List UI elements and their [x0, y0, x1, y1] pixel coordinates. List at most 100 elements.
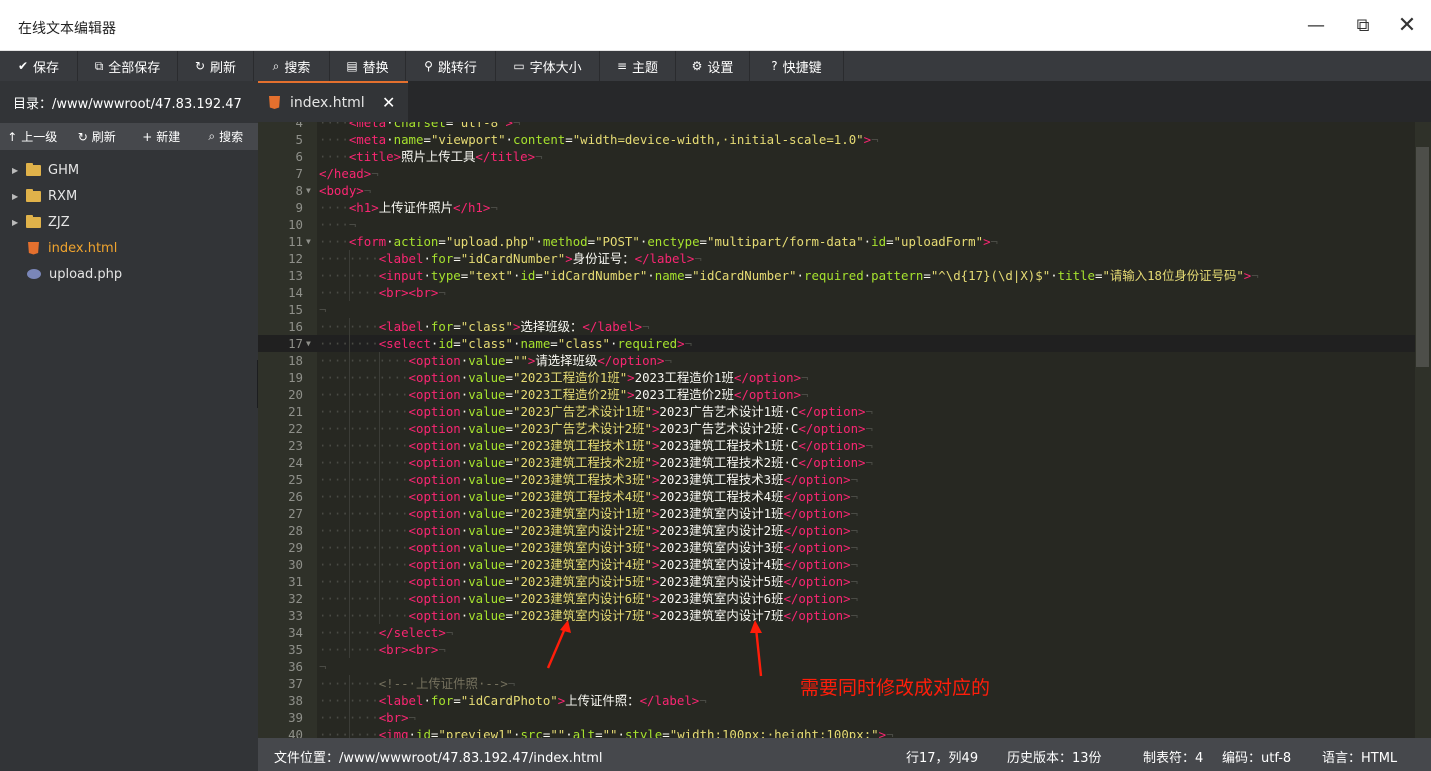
maximize-button[interactable]: ⧉ [1351, 14, 1375, 38]
code-line[interactable]: 22 ············<option·value="2023广告艺术设计2… [258, 420, 1415, 437]
toolbar-button-label: 全部保存 [108, 60, 161, 76]
code-text: ············<option·value="2023建筑工程技术2班"… [319, 455, 873, 470]
toolbar-button-8[interactable]: ⚙ 设置 [676, 51, 750, 81]
code-line[interactable]: 19 ············<option·value="2023工程造价1班"… [258, 369, 1415, 386]
sidebar-tool-1[interactable]: ↻ 刷新 [65, 123, 130, 150]
sidebar-tool-3[interactable]: ⌕ 搜索 [194, 123, 259, 150]
minimize-button[interactable]: — [1304, 14, 1328, 38]
code-line[interactable]: 25 ············<option·value="2023建筑工程技术3… [258, 471, 1415, 488]
code-line[interactable]: 8 ▼ <body>¬ [258, 182, 1415, 199]
tree-item[interactable]: ▶ RXM [0, 183, 258, 209]
code-line[interactable]: 6 ····<title>照片上传工具</title>¬ [258, 148, 1415, 165]
fold-toggle-icon[interactable]: ▼ [306, 335, 311, 352]
tree-item[interactable]: index.html [0, 235, 258, 261]
code-line[interactable]: 14 ········<br><br>¬ [258, 284, 1415, 301]
toolbar-button-6[interactable]: ▭ 字体大小 [496, 51, 600, 81]
tree-item[interactable]: upload.php [0, 261, 258, 287]
code-line[interactable]: 20 ············<option·value="2023工程造价2班"… [258, 386, 1415, 403]
toolbar-button-9[interactable]: ? 快捷键 [750, 51, 844, 81]
fold-toggle-icon[interactable]: ▼ [306, 182, 311, 199]
tree-item[interactable]: ▶ GHM [0, 157, 258, 183]
sidebar-tool-0[interactable]: ↑ 上一级 [0, 123, 65, 150]
code-line[interactable]: 33 ············<option·value="2023建筑室内设计7… [258, 607, 1415, 624]
code-line[interactable]: 13 ········<input·type="text"·id="idCardN… [258, 267, 1415, 284]
scrollbar-thumb[interactable] [1416, 147, 1429, 367]
code-text: ········<label·for="class">选择班级：</label>… [319, 319, 650, 334]
code-line[interactable]: 26 ············<option·value="2023建筑工程技术4… [258, 488, 1415, 505]
code-line[interactable]: 34 ········</select>¬ [258, 624, 1415, 641]
toolbar-button-1[interactable]: ⧉ 全部保存 [78, 51, 178, 81]
status-encoding[interactable]: 编码：utf-8 [1222, 747, 1291, 766]
toolbar-button-2[interactable]: ↻ 刷新 [178, 51, 254, 81]
code-line[interactable]: 35 ········<br><br>¬ [258, 641, 1415, 658]
code-line[interactable]: 32 ············<option·value="2023建筑室内设计6… [258, 590, 1415, 607]
help-icon: ? [771, 59, 778, 73]
code-line[interactable]: 30 ············<option·value="2023建筑室内设计4… [258, 556, 1415, 573]
line-number: 21 [288, 404, 303, 419]
fold-toggle-icon[interactable]: ▼ [306, 233, 311, 250]
status-language[interactable]: 语言：HTML [1322, 747, 1397, 766]
code-line[interactable]: 9 ····<h1>上传证件照片</h1>¬ [258, 199, 1415, 216]
code-line[interactable]: 15 ¬ [258, 301, 1415, 318]
toolbar-button-label: 设置 [707, 60, 734, 76]
code-line[interactable]: 11 ▼ ····<form·action="upload.php"·method=… [258, 233, 1415, 250]
code-line[interactable]: 23 ············<option·value="2023建筑工程技术1… [258, 437, 1415, 454]
sidebar-tool-2[interactable]: + 新建 [129, 123, 194, 150]
code-line[interactable]: 31 ············<option·value="2023建筑室内设计5… [258, 573, 1415, 590]
toolbar-button-0[interactable]: ✔ 保存 [0, 51, 78, 81]
status-history[interactable]: 历史版本：13份 [1007, 747, 1102, 766]
tree-item-label: index.html [48, 240, 118, 256]
toolbar-button-7[interactable]: ≡ 主题 [600, 51, 676, 81]
code-line[interactable]: 12 ········<label·for="idCardNumber">身份证号… [258, 250, 1415, 267]
toolbar-button-label: 跳转行 [437, 60, 477, 76]
annotation-arrow-left [546, 620, 571, 669]
tree-item[interactable]: ▶ ZJZ [0, 209, 258, 235]
code-line[interactable]: 27 ············<option·value="2023建筑室内设计1… [258, 505, 1415, 522]
code-line[interactable]: 21 ············<option·value="2023广告艺术设计1… [258, 403, 1415, 420]
line-number: 33 [288, 608, 303, 623]
line-number: 38 [288, 693, 303, 708]
code-line[interactable]: 24 ············<option·value="2023建筑工程技术2… [258, 454, 1415, 471]
vertical-scrollbar[interactable] [1415, 122, 1431, 738]
tab-index-html[interactable]: index.html ✕ [258, 81, 408, 122]
toolbar-button-5[interactable]: ⚲ 跳转行 [406, 51, 496, 81]
toolbar-button-3[interactable]: ⌕ 搜索 [254, 51, 330, 81]
code-text: ········<label·for="idCardPhoto">上传证件照：<… [319, 693, 707, 708]
code-line[interactable]: 16 ········<label·for="class">选择班级：</labe… [258, 318, 1415, 335]
code-line[interactable]: 39 ········<br>¬ [258, 709, 1415, 726]
line-number: 5 [295, 132, 303, 147]
code-line[interactable]: 17▼ ········<select·id="class"·name="clas… [258, 335, 1415, 352]
status-cursor[interactable]: 行17，列49 [906, 747, 978, 766]
code-text: </head>¬ [319, 166, 379, 181]
code-line[interactable]: 10 ····¬ [258, 216, 1415, 233]
code-line[interactable]: 18 ············<option·value="">请选择班级</op… [258, 352, 1415, 369]
code-editor[interactable]: 4 ····<meta·charset="utf-8">¬ 5 ····<meta·n… [258, 122, 1431, 738]
close-window-button[interactable]: ✕ [1395, 14, 1419, 38]
tree-item-label: GHM [48, 162, 80, 178]
expand-arrow-icon[interactable]: ▶ [12, 192, 26, 201]
code-line[interactable]: 5 ····<meta·name="viewport"·content="widt… [258, 131, 1415, 148]
line-number: 11 [288, 234, 303, 249]
replace-icon: ▤ [346, 59, 358, 73]
code-line[interactable]: 40 ········<img·id="preview1"·src=""·alt=… [258, 726, 1415, 738]
code-text: ····<h1>上传证件照片</h1>¬ [319, 200, 498, 215]
title-bar: 在线文本编辑器 — ⧉ ✕ [0, 0, 1431, 51]
tab-close-icon[interactable]: ✕ [382, 93, 395, 112]
code-area[interactable]: 4 ····<meta·charset="utf-8">¬ 5 ····<meta·n… [258, 122, 1415, 738]
status-tab-size[interactable]: 制表符：4 [1143, 747, 1203, 766]
code-text: ········<select·id="class"·name="class"·… [319, 336, 693, 351]
code-text: ········<label·for="idCardNumber">身份证号：<… [319, 251, 702, 266]
expand-arrow-icon[interactable]: ▶ [12, 218, 26, 227]
line-number: 10 [288, 217, 303, 232]
line-number: 40 [288, 727, 303, 738]
code-line[interactable]: 28 ············<option·value="2023建筑室内设计2… [258, 522, 1415, 539]
expand-arrow-icon[interactable]: ▶ [12, 166, 26, 175]
line-number: 28 [288, 523, 303, 538]
tab-label: index.html [290, 94, 365, 111]
code-line[interactable]: 7 </head>¬ [258, 165, 1415, 182]
toolbar-button-label: 快捷键 [782, 60, 822, 76]
code-text: ············<option·value="">请选择班级</opti… [319, 353, 672, 368]
code-line[interactable]: 29 ············<option·value="2023建筑室内设计3… [258, 539, 1415, 556]
code-line[interactable]: 4 ····<meta·charset="utf-8">¬ [258, 122, 1415, 131]
toolbar-button-4[interactable]: ▤ 替换 [330, 51, 406, 81]
